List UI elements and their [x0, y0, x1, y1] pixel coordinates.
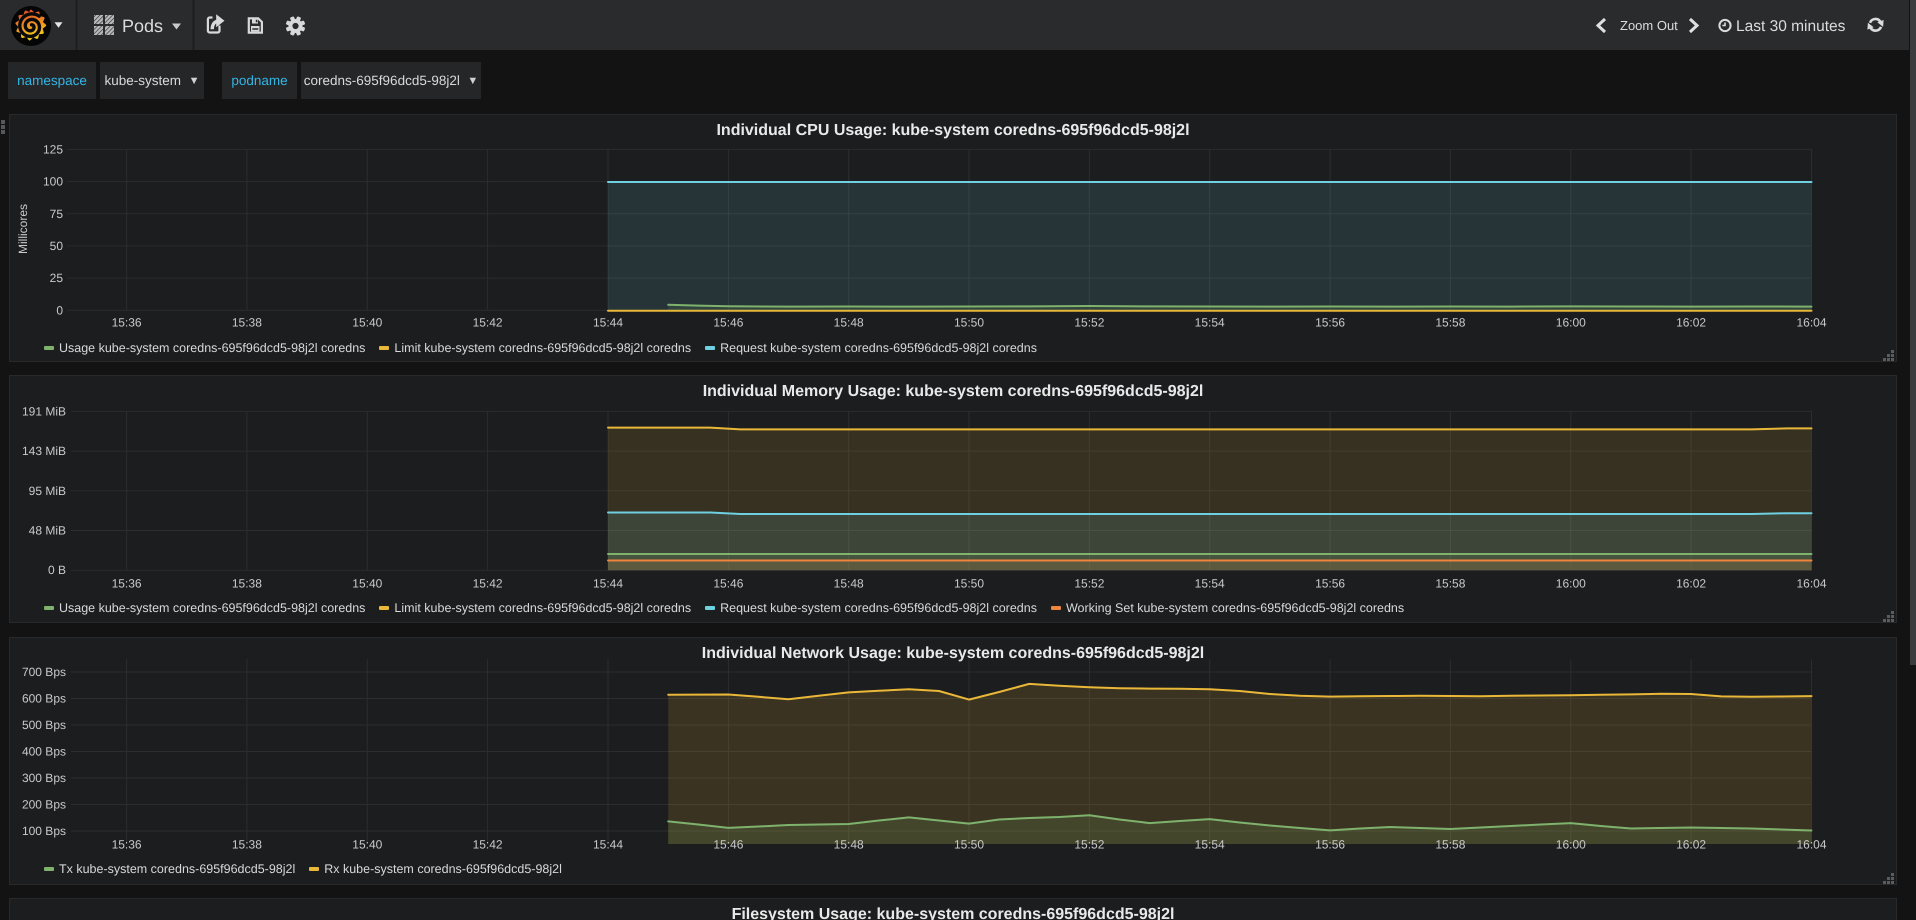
svg-text:100: 100 — [43, 175, 63, 189]
svg-text:15:38: 15:38 — [232, 577, 262, 591]
svg-text:15:38: 15:38 — [232, 838, 262, 852]
svg-text:15:52: 15:52 — [1074, 316, 1104, 330]
svg-text:16:00: 16:00 — [1556, 316, 1586, 330]
svg-text:15:46: 15:46 — [713, 316, 743, 330]
svg-text:15:38: 15:38 — [232, 316, 262, 330]
svg-text:15:36: 15:36 — [112, 838, 142, 852]
svg-text:15:44: 15:44 — [593, 577, 623, 591]
svg-text:15:54: 15:54 — [1195, 577, 1225, 591]
svg-text:15:42: 15:42 — [473, 316, 503, 330]
svg-text:15:44: 15:44 — [593, 838, 623, 852]
svg-text:0 B: 0 B — [48, 563, 66, 577]
svg-text:15:40: 15:40 — [352, 577, 382, 591]
svg-text:15:42: 15:42 — [473, 838, 503, 852]
svg-text:48 MiB: 48 MiB — [29, 524, 66, 538]
svg-text:75: 75 — [50, 207, 64, 221]
svg-text:300 Bps: 300 Bps — [22, 771, 66, 785]
svg-text:16:00: 16:00 — [1556, 838, 1586, 852]
svg-text:15:36: 15:36 — [112, 577, 142, 591]
svg-text:16:04: 16:04 — [1796, 577, 1826, 591]
svg-text:100 Bps: 100 Bps — [22, 824, 66, 838]
svg-text:700 Bps: 700 Bps — [22, 665, 66, 679]
svg-text:Last 30 minutes: Last 30 minutes — [1736, 18, 1846, 35]
svg-text:15:58: 15:58 — [1435, 577, 1465, 591]
svg-text:15:56: 15:56 — [1315, 316, 1345, 330]
svg-text:15:50: 15:50 — [954, 577, 984, 591]
svg-text:15:40: 15:40 — [352, 838, 382, 852]
svg-text:Zoom Out: Zoom Out — [1620, 18, 1678, 33]
svg-text:15:56: 15:56 — [1315, 838, 1345, 852]
svg-text:16:02: 16:02 — [1676, 316, 1706, 330]
svg-text:0: 0 — [56, 303, 63, 317]
svg-text:15:56: 15:56 — [1315, 577, 1345, 591]
svg-text:Pods: Pods — [122, 16, 163, 36]
svg-text:16:04: 16:04 — [1796, 838, 1826, 852]
svg-text:15:58: 15:58 — [1435, 838, 1465, 852]
svg-text:16:02: 16:02 — [1676, 838, 1706, 852]
svg-text:125: 125 — [43, 142, 63, 156]
svg-text:Millicores: Millicores — [16, 204, 30, 254]
svg-text:15:52: 15:52 — [1074, 838, 1104, 852]
svg-text:50: 50 — [50, 239, 64, 253]
svg-text:16:02: 16:02 — [1676, 577, 1706, 591]
svg-text:25: 25 — [50, 271, 64, 285]
svg-text:15:58: 15:58 — [1435, 316, 1465, 330]
svg-text:15:44: 15:44 — [593, 316, 623, 330]
svg-text:15:46: 15:46 — [713, 838, 743, 852]
svg-text:15:36: 15:36 — [112, 316, 142, 330]
svg-text:191 MiB: 191 MiB — [22, 404, 66, 418]
svg-text:16:04: 16:04 — [1796, 316, 1826, 330]
svg-text:16:00: 16:00 — [1556, 577, 1586, 591]
svg-text:15:48: 15:48 — [834, 316, 864, 330]
svg-text:200 Bps: 200 Bps — [22, 798, 66, 812]
svg-text:15:50: 15:50 — [954, 838, 984, 852]
svg-text:400 Bps: 400 Bps — [22, 745, 66, 759]
svg-text:15:46: 15:46 — [713, 577, 743, 591]
svg-text:15:54: 15:54 — [1195, 838, 1225, 852]
svg-text:15:40: 15:40 — [352, 316, 382, 330]
svg-text:600 Bps: 600 Bps — [22, 692, 66, 706]
svg-text:15:52: 15:52 — [1074, 577, 1104, 591]
svg-text:15:54: 15:54 — [1195, 316, 1225, 330]
svg-text:500 Bps: 500 Bps — [22, 718, 66, 732]
svg-text:15:48: 15:48 — [834, 838, 864, 852]
svg-text:15:42: 15:42 — [473, 577, 503, 591]
svg-text:143 MiB: 143 MiB — [22, 444, 66, 458]
svg-text:95 MiB: 95 MiB — [29, 484, 66, 498]
svg-text:15:50: 15:50 — [954, 316, 984, 330]
svg-text:15:48: 15:48 — [834, 577, 864, 591]
